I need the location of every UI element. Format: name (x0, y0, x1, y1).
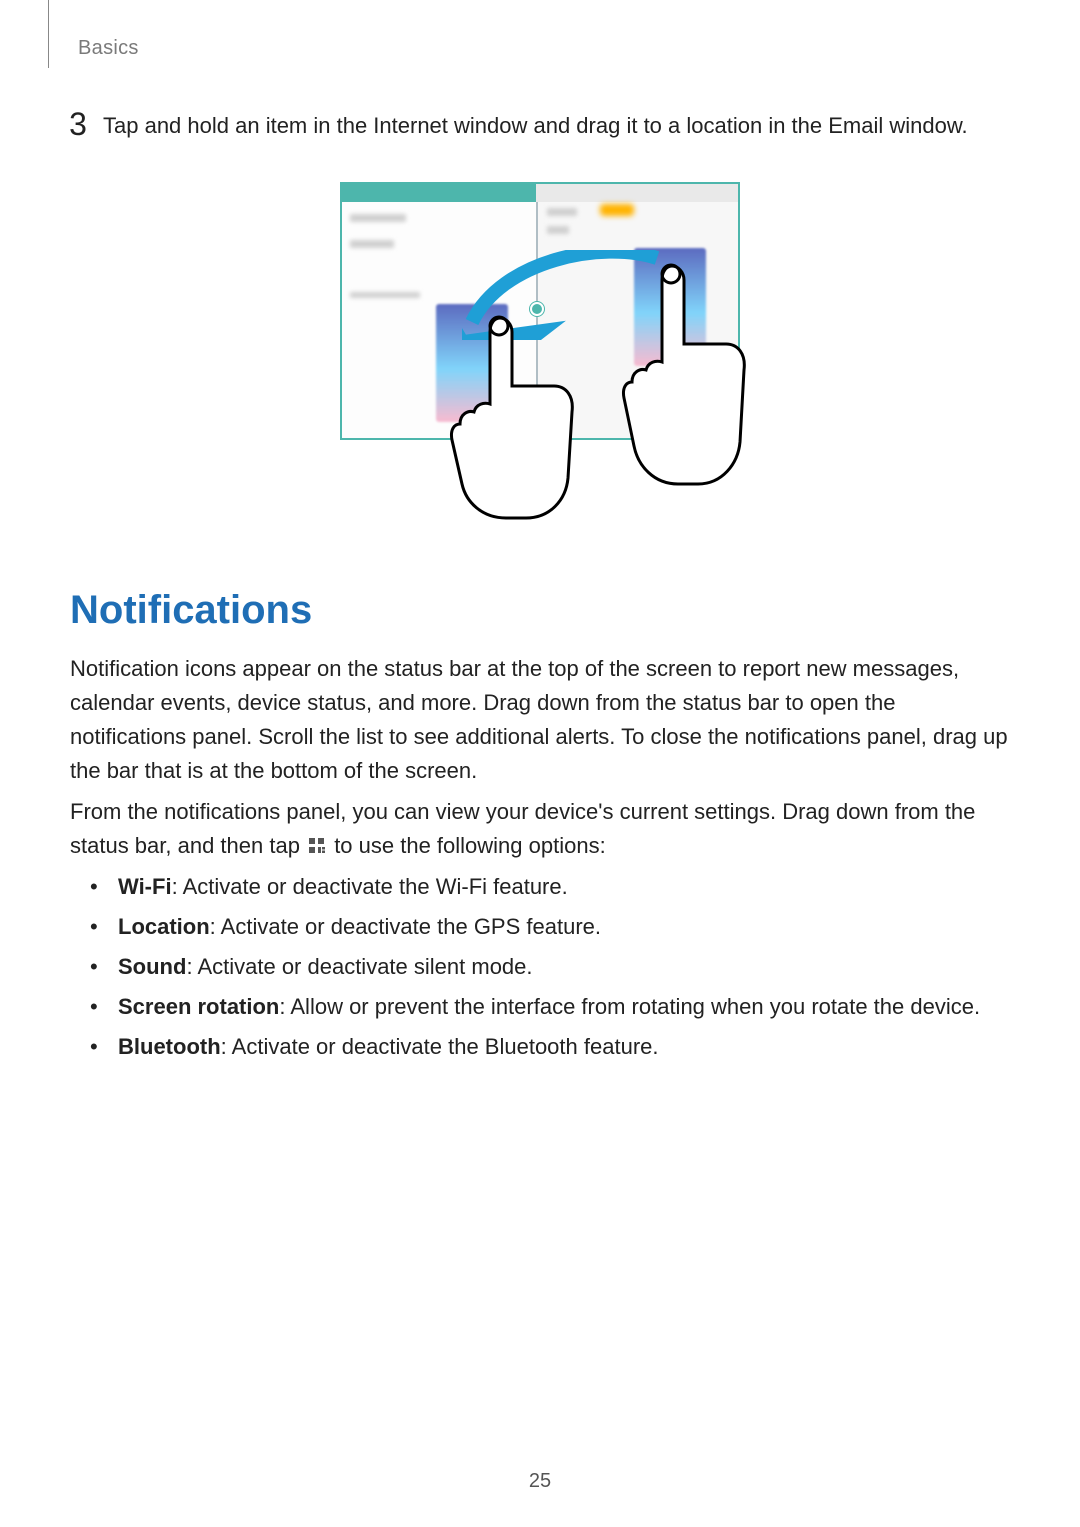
hand-right-icon (620, 260, 750, 490)
paragraph-settings-part-b: to use the following options: (334, 833, 606, 858)
header-divider (48, 0, 49, 68)
option-desc: : Activate or deactivate the Bluetooth f… (221, 1034, 659, 1059)
step-item: 3 Tap and hold an item in the Internet w… (58, 108, 968, 142)
quick-settings-grid-icon (308, 831, 326, 865)
option-term: Sound (118, 954, 186, 979)
option-desc: : Activate or deactivate silent mode. (186, 954, 532, 979)
option-desc: : Activate or deactivate the Wi-Fi featu… (172, 874, 568, 899)
drag-drop-illustration (340, 182, 740, 522)
step-number: 3 (58, 108, 98, 140)
blur-highlight (600, 204, 634, 216)
option-term: Wi-Fi (118, 874, 172, 899)
list-item: Bluetooth: Activate or deactivate the Bl… (90, 1030, 980, 1064)
left-app-bar (342, 184, 536, 202)
blur-text-line (547, 226, 569, 234)
paragraph-settings: From the notifications panel, you can vi… (70, 795, 1010, 865)
blur-text-line (547, 208, 577, 216)
list-item: Location: Activate or deactivate the GPS… (90, 910, 980, 944)
option-desc: : Allow or prevent the interface from ro… (279, 994, 980, 1019)
section-breadcrumb: Basics (78, 37, 139, 60)
option-term: Screen rotation (118, 994, 279, 1019)
blur-text-line (350, 214, 406, 222)
blur-text-line (350, 240, 394, 248)
option-term: Location (118, 914, 210, 939)
option-desc: : Activate or deactivate the GPS feature… (210, 914, 601, 939)
section-heading: Notifications (70, 588, 312, 633)
list-item: Screen rotation: Allow or prevent the in… (90, 990, 980, 1024)
options-list: Wi-Fi: Activate or deactivate the Wi-Fi … (90, 870, 980, 1070)
list-item: Sound: Activate or deactivate silent mod… (90, 950, 980, 984)
page-number: 25 (0, 1470, 1080, 1493)
list-item: Wi-Fi: Activate or deactivate the Wi-Fi … (90, 870, 980, 904)
paragraph-intro: Notification icons appear on the status … (70, 652, 1010, 788)
option-term: Bluetooth (118, 1034, 221, 1059)
right-app-bar (536, 184, 738, 202)
hand-left-icon (448, 312, 578, 522)
figure-container (0, 182, 1080, 522)
blur-text-line (350, 292, 420, 298)
manual-page: Basics 3 Tap and hold an item in the Int… (0, 0, 1080, 1527)
step-instruction: Tap and hold an item in the Internet win… (98, 108, 968, 142)
